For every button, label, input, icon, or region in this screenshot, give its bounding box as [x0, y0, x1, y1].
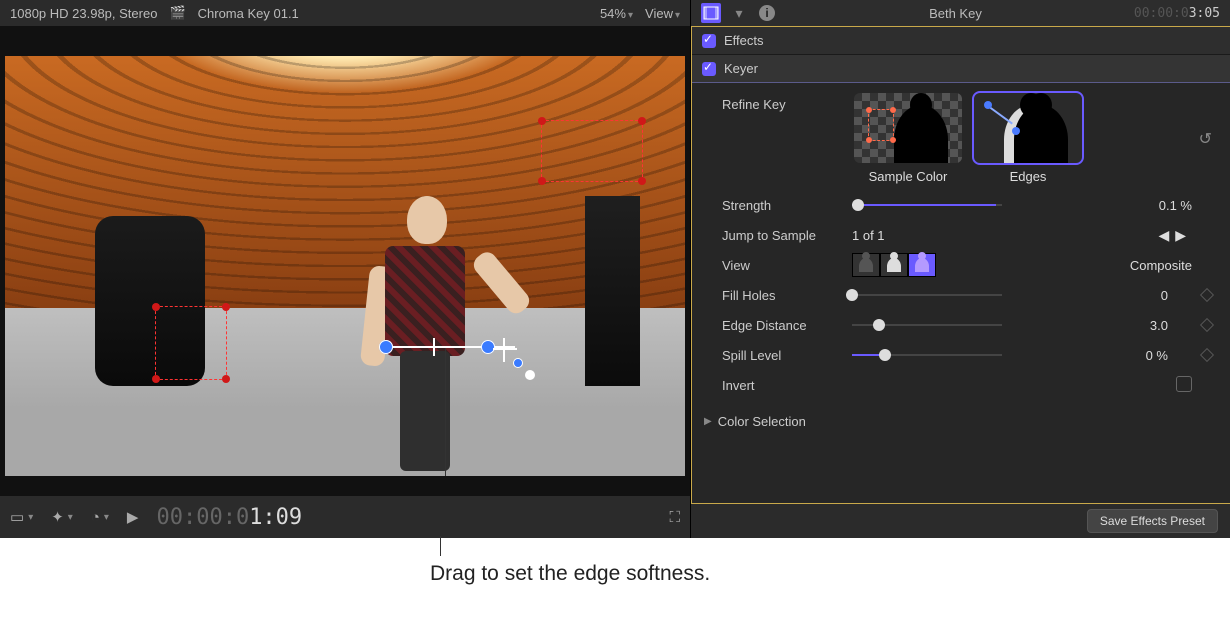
- enhance-menu[interactable]: ✦▾: [51, 508, 73, 526]
- callout-caption: Drag to set the edge softness.: [430, 562, 710, 585]
- sample-color-rect[interactable]: [155, 306, 227, 380]
- keyframe-icon[interactable]: [1200, 288, 1214, 302]
- clapper-icon: 🎬: [169, 5, 185, 21]
- sample-color-label: Sample Color: [854, 169, 962, 184]
- effects-checkbox[interactable]: [702, 34, 716, 48]
- fill-holes-value[interactable]: 0: [1088, 288, 1168, 303]
- spill-level-label: Spill Level: [722, 348, 842, 363]
- clip-name[interactable]: Chroma Key 01.1: [198, 6, 299, 21]
- refine-key-label: Refine Key: [722, 93, 842, 184]
- keyframe-icon[interactable]: [1200, 348, 1214, 362]
- strength-label: Strength: [722, 198, 842, 213]
- edge-distance-slider[interactable]: [852, 317, 1002, 333]
- sample-color-rect[interactable]: [541, 120, 643, 182]
- edges-label: Edges: [974, 169, 1082, 184]
- edges-control[interactable]: [385, 336, 515, 376]
- fill-holes-label: Fill Holes: [722, 288, 842, 303]
- edge-distance-value[interactable]: 3.0: [1088, 318, 1168, 333]
- invert-checkbox[interactable]: [1176, 376, 1192, 392]
- video-inspector-tab[interactable]: [701, 3, 721, 23]
- chevron-down-icon: ▾: [675, 10, 680, 21]
- keyer-checkbox[interactable]: [702, 62, 716, 76]
- info-inspector-tab[interactable]: i: [757, 3, 777, 23]
- jump-to-sample-value: 1 of 1: [852, 228, 885, 243]
- retime-menu[interactable]: ◔▾: [91, 509, 109, 526]
- fullscreen-button[interactable]: ⛶: [669, 509, 680, 526]
- zoom-menu[interactable]: 54%▾: [600, 6, 633, 21]
- clip-format: 1080p HD 23.98p, Stereo: [10, 6, 157, 21]
- keyer-section-label: Keyer: [724, 61, 758, 76]
- sample-color-tool[interactable]: [854, 93, 962, 163]
- invert-label: Invert: [722, 378, 842, 393]
- color-selection-disclosure[interactable]: ▶ Color Selection: [692, 408, 1230, 435]
- spill-level-value[interactable]: 0 %: [1088, 348, 1168, 363]
- color-inspector-tab[interactable]: ▾: [729, 3, 749, 23]
- play-button[interactable]: ▶: [127, 508, 139, 526]
- transform-menu[interactable]: ▭▾: [10, 508, 33, 526]
- keyframe-icon[interactable]: [1200, 318, 1214, 332]
- view-matte-button[interactable]: [880, 253, 908, 277]
- jump-to-sample-label: Jump to Sample: [722, 228, 842, 243]
- fill-holes-slider[interactable]: [852, 287, 1002, 303]
- next-sample-button[interactable]: ▶: [1175, 227, 1192, 243]
- viewer-canvas[interactable]: [5, 56, 685, 476]
- viewer-timecode[interactable]: 00:00:01:09: [156, 505, 302, 530]
- disclosure-triangle-icon: ▶: [704, 416, 712, 427]
- clip-duration: 00:00:03:05: [1134, 6, 1220, 21]
- chevron-down-icon: ▾: [628, 10, 633, 21]
- view-composite-button[interactable]: [908, 253, 936, 277]
- view-menu[interactable]: View▾: [645, 6, 680, 21]
- view-label: View: [722, 258, 842, 273]
- save-effects-preset-button[interactable]: Save Effects Preset: [1087, 509, 1218, 533]
- strength-value[interactable]: 0.1 %: [1112, 198, 1192, 213]
- spill-level-slider[interactable]: [852, 347, 1002, 363]
- inspector-title: Beth Key: [785, 6, 1126, 21]
- strength-slider[interactable]: [852, 197, 1002, 213]
- reset-icon[interactable]: ↺: [1199, 129, 1212, 149]
- prev-sample-button[interactable]: ◀: [1158, 227, 1175, 243]
- effects-section-label: Effects: [724, 33, 764, 48]
- edges-tool[interactable]: [974, 93, 1082, 163]
- edge-softness-handle[interactable]: [433, 338, 435, 356]
- edge-distance-label: Edge Distance: [722, 318, 842, 333]
- view-source-button[interactable]: [852, 253, 880, 277]
- view-value: Composite: [1112, 258, 1192, 273]
